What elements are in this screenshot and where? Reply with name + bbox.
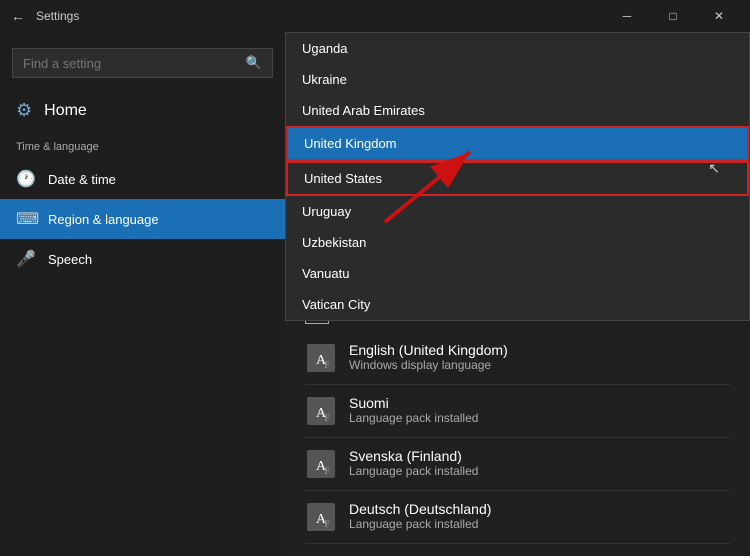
search-box[interactable]: 🔍 [12, 48, 273, 78]
language-name-2: Svenska (Finland) [349, 448, 478, 464]
language-status-2: Language pack installed [349, 464, 478, 478]
dropdown-item-uk[interactable]: United Kingdom [286, 126, 749, 161]
title-bar: ← Settings ─ □ ✕ [0, 0, 750, 32]
svg-text:F: F [324, 413, 329, 423]
svg-text:F: F [324, 466, 329, 476]
language-icon-2: A F [305, 448, 337, 480]
country-dropdown[interactable]: Uganda Ukraine United Arab Emirates Unit… [285, 32, 750, 321]
home-label: Home [44, 102, 87, 120]
content-area: Uganda Ukraine United Arab Emirates Unit… [285, 32, 750, 556]
language-name-0: English (United Kingdom) [349, 342, 508, 358]
close-button[interactable]: ✕ [696, 0, 742, 32]
keyboard-icon: ⌨ [16, 209, 36, 229]
search-input[interactable] [23, 56, 238, 71]
sidebar-item-label: Region & language [48, 212, 159, 227]
main-container: 🔍 ⚙ Home Time & language 🕐 Date & time ⌨… [0, 32, 750, 556]
language-status-3: Language pack installed [349, 517, 491, 531]
language-name-1: Suomi [349, 395, 478, 411]
sidebar: 🔍 ⚙ Home Time & language 🕐 Date & time ⌨… [0, 32, 285, 556]
dropdown-item-uzbekistan[interactable]: Uzbekistan [286, 227, 749, 258]
language-info-3: Deutsch (Deutschland) Language pack inst… [349, 501, 491, 531]
language-item-0[interactable]: A F English (United Kingdom) Windows dis… [305, 332, 730, 385]
sidebar-item-label: Speech [48, 252, 92, 267]
language-icon-1: A F [305, 395, 337, 427]
microphone-icon: 🎤 [16, 249, 36, 269]
svg-text:F: F [324, 360, 329, 370]
sidebar-item-speech[interactable]: 🎤 Speech [0, 239, 285, 279]
dropdown-item-vanuatu[interactable]: Vanuatu [286, 258, 749, 289]
sidebar-section-label: Time & language [0, 131, 285, 159]
language-info-2: Svenska (Finland) Language pack installe… [349, 448, 478, 478]
dropdown-item-us[interactable]: United States [286, 161, 749, 196]
minimize-button[interactable]: ─ [604, 0, 650, 32]
language-status-1: Language pack installed [349, 411, 478, 425]
back-button[interactable]: ← [8, 6, 28, 26]
window-controls: ─ □ ✕ [604, 0, 742, 32]
svg-text:F: F [324, 519, 329, 529]
sidebar-item-date-time[interactable]: 🕐 Date & time [0, 159, 285, 199]
language-info-0: English (United Kingdom) Windows display… [349, 342, 508, 372]
language-name-3: Deutsch (Deutschland) [349, 501, 491, 517]
language-item-1[interactable]: A F Suomi Language pack installed [305, 385, 730, 438]
dropdown-item-ukraine[interactable]: Ukraine [286, 64, 749, 95]
sidebar-item-region-language[interactable]: ⌨ Region & language [0, 199, 285, 239]
clock-icon: 🕐 [16, 169, 36, 189]
dropdown-item-vatican[interactable]: Vatican City [286, 289, 749, 320]
language-item-3[interactable]: A F Deutsch (Deutschland) Language pack … [305, 491, 730, 544]
dropdown-item-uruguay[interactable]: Uruguay [286, 196, 749, 227]
maximize-button[interactable]: □ [650, 0, 696, 32]
gear-icon: ⚙ [16, 100, 32, 121]
language-icon-0: A F [305, 342, 337, 374]
dropdown-item-uae[interactable]: United Arab Emirates [286, 95, 749, 126]
search-icon: 🔍 [246, 55, 262, 71]
sidebar-item-label: Date & time [48, 172, 116, 187]
language-item-2[interactable]: A F Svenska (Finland) Language pack inst… [305, 438, 730, 491]
sidebar-item-home[interactable]: ⚙ Home [0, 90, 285, 131]
language-info-1: Suomi Language pack installed [349, 395, 478, 425]
language-icon-3: A F [305, 501, 337, 533]
dropdown-item-uganda[interactable]: Uganda [286, 33, 749, 64]
language-status-0: Windows display language [349, 358, 508, 372]
window-title: Settings [36, 9, 596, 23]
